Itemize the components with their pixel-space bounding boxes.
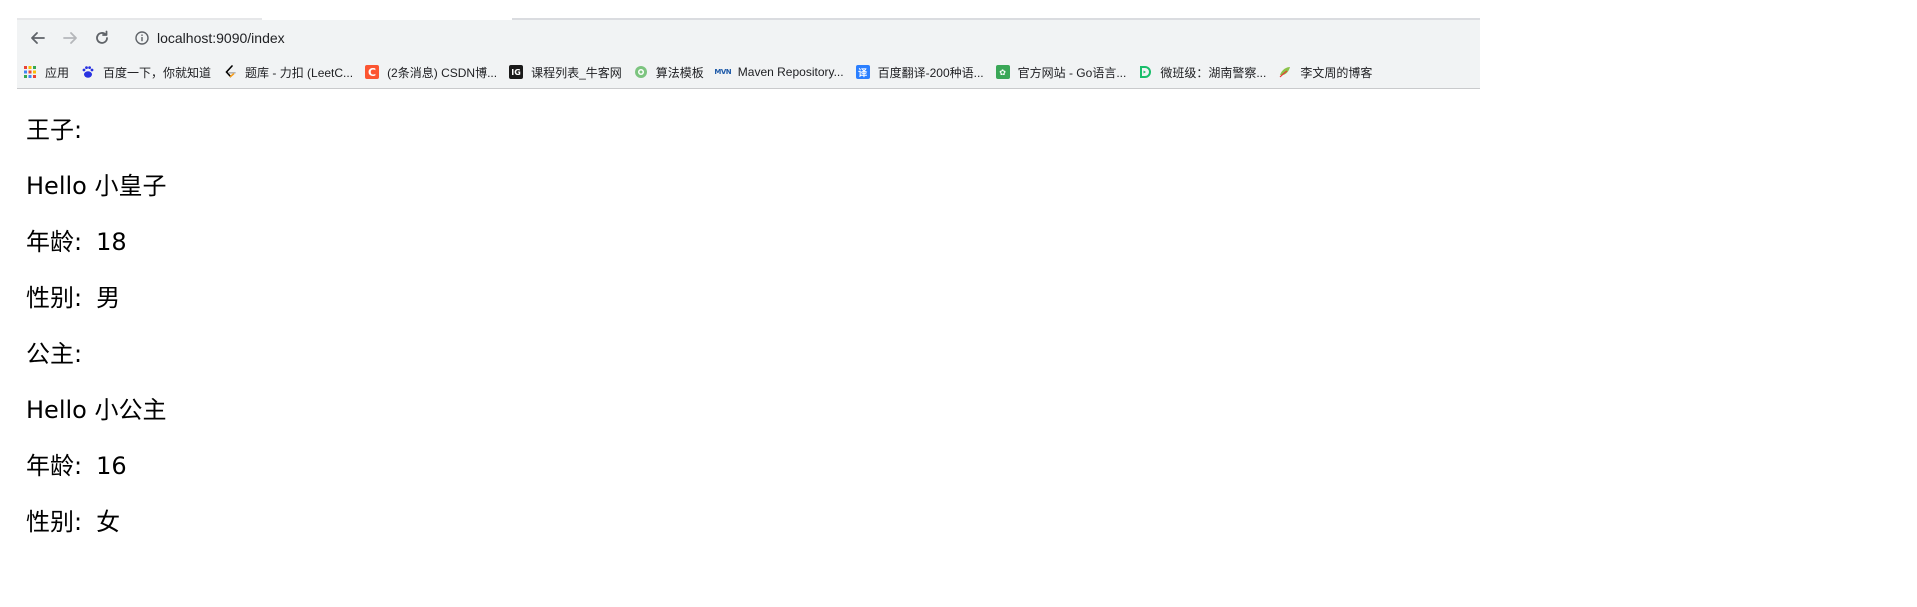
baidu-translate-icon: 译 xyxy=(855,65,870,79)
browser-window: 应用 百度一下，你就知道 题库 - 力扣 (LeetC... xyxy=(17,0,1480,90)
bookmark-label: 应用 xyxy=(45,65,70,80)
prince-gender: 性别: 男 xyxy=(26,280,166,336)
bookmark-apps[interactable]: 应用 xyxy=(17,60,75,84)
bookmark-label: 官方网站 - Go语言... xyxy=(1017,65,1127,80)
info-icon[interactable] xyxy=(135,31,149,45)
weibanji-icon xyxy=(1138,65,1152,79)
nowcoder-icon: IG xyxy=(509,65,524,79)
tab-strip xyxy=(17,0,1480,22)
bookmark-baidu[interactable]: 百度一下，你就知道 xyxy=(75,60,217,84)
algorithm-icon xyxy=(634,65,648,79)
prince-heading: 王子: xyxy=(26,116,83,144)
age-value: 18 xyxy=(96,228,127,256)
arrow-right-icon xyxy=(63,32,77,44)
apps-grid-icon xyxy=(23,65,37,79)
bookmark-maven[interactable]: MVN Maven Repository... xyxy=(710,60,850,84)
bookmark-label: 李文周的博客 xyxy=(1300,65,1373,80)
princess-heading: 公主: xyxy=(26,340,83,368)
bookmark-leetcode[interactable]: 题库 - 力扣 (LeetC... xyxy=(217,60,359,84)
maven-icon: MVN xyxy=(714,68,732,76)
age-value: 16 xyxy=(96,452,127,480)
leetcode-icon xyxy=(223,65,237,79)
bookmark-label: 课程列表_牛客网 xyxy=(531,65,622,80)
bookmark-label: 百度一下，你就知道 xyxy=(103,65,212,80)
bookmark-label: (2条消息) CSDN博... xyxy=(387,65,498,80)
bookmarks-bar: 应用 百度一下，你就知道 题库 - 力扣 (LeetC... C (2条消息) … xyxy=(17,56,1480,88)
gender-value: 女 xyxy=(96,508,121,536)
baidu-paw-icon xyxy=(81,65,95,79)
princess-greeting: Hello 小公主 xyxy=(26,396,167,424)
bookmark-go-site[interactable]: ✿ 官方网站 - Go语言... xyxy=(990,60,1133,84)
url-input[interactable] xyxy=(157,30,757,46)
princess-gender: 性别: 女 xyxy=(26,504,166,560)
prince-age: 年龄: 18 xyxy=(26,224,166,280)
blog-icon xyxy=(1278,65,1292,79)
prince-greeting: Hello 小皇子 xyxy=(26,172,167,200)
browser-toolbar xyxy=(17,20,1480,56)
csdn-icon: C xyxy=(365,65,380,79)
gender-label: 性别: xyxy=(26,508,83,536)
back-button[interactable] xyxy=(27,27,49,49)
bookmark-csdn[interactable]: C (2条消息) CSDN博... xyxy=(359,60,503,84)
bookmark-label: 算法模板 xyxy=(655,65,704,80)
bookmark-nowcoder[interactable]: IG 课程列表_牛客网 xyxy=(503,60,628,84)
forward-button[interactable] xyxy=(59,27,81,49)
reload-icon xyxy=(96,30,108,44)
reload-button[interactable] xyxy=(91,27,113,49)
page-content: 王子: Hello 小皇子 年龄: 18 性别: 男 公主: Hello 小公主 年… xyxy=(26,112,166,560)
bookmark-baidu-translate[interactable]: 译 百度翻译-200种语... xyxy=(850,60,990,84)
bookmark-label: 微班级：湖南警察... xyxy=(1160,65,1267,80)
gender-value: 男 xyxy=(96,284,121,312)
age-label: 年龄: xyxy=(26,452,83,480)
gender-label: 性别: xyxy=(26,284,83,312)
princess-age: 年龄: 16 xyxy=(26,448,166,504)
bookmarks-bar-border xyxy=(17,88,1480,89)
go-site-icon: ✿ xyxy=(995,65,1010,79)
bookmark-weibanji[interactable]: 微班级：湖南警察... xyxy=(1132,60,1272,84)
bookmark-label: 百度翻译-200种语... xyxy=(877,65,984,80)
bookmark-label: 题库 - 力扣 (LeetC... xyxy=(245,65,354,80)
arrow-left-icon xyxy=(31,32,45,44)
age-label: 年龄: xyxy=(26,228,83,256)
address-bar[interactable] xyxy=(125,24,1480,52)
bookmark-blog[interactable]: 李文周的博客 xyxy=(1272,60,1378,84)
bookmark-algorithm[interactable]: 算法模板 xyxy=(628,60,710,84)
bookmark-label: Maven Repository... xyxy=(737,65,844,79)
